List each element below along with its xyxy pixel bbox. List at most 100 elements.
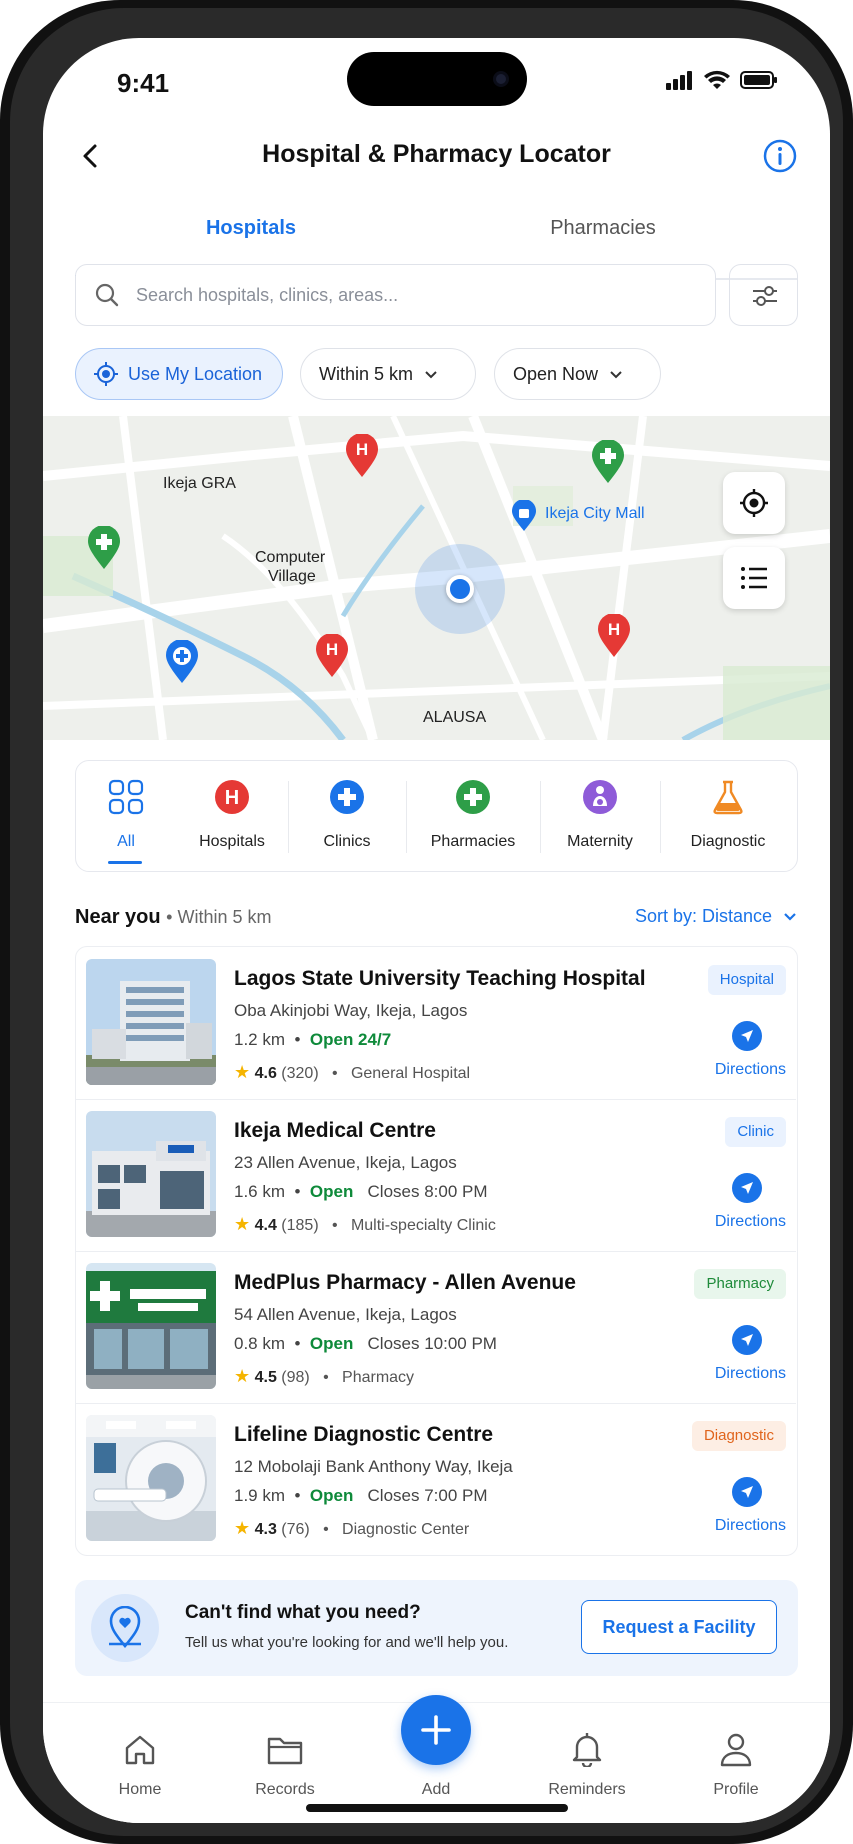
facility-card[interactable]: Lagos State University Teaching Hospital…: [76, 947, 796, 1099]
recenter-button[interactable]: [723, 472, 785, 534]
list-view-button[interactable]: [723, 547, 785, 609]
pharmacy-pin-icon[interactable]: [87, 526, 121, 570]
plus-icon: [421, 1715, 451, 1745]
star-icon: ★: [234, 1366, 251, 1386]
facility-photo: [86, 1111, 216, 1237]
bell-icon: [572, 1733, 602, 1767]
category-hospitals[interactable]: H Hospitals: [176, 761, 288, 873]
battery-icon: [740, 71, 777, 89]
facility-badge: Clinic: [725, 1117, 786, 1147]
near-you-subtitle: • Within 5 km: [166, 907, 272, 927]
chevron-down-icon: [425, 371, 437, 379]
signal-icon: [666, 71, 692, 90]
category-clinics[interactable]: Clinics: [288, 761, 406, 873]
facility-badge: Pharmacy: [694, 1269, 786, 1299]
hospital-pin-icon[interactable]: H: [597, 614, 631, 658]
hospital-pin-icon[interactable]: H: [315, 634, 349, 678]
navigation-icon[interactable]: [732, 1173, 762, 1203]
search-input[interactable]: [136, 265, 696, 325]
facility-status: Open: [309, 1182, 354, 1201]
user-icon: [720, 1733, 752, 1767]
crosshair-icon: [94, 362, 118, 386]
navigation-icon[interactable]: [732, 1021, 762, 1051]
category-label: Pharmacies: [430, 833, 516, 850]
facility-distance: 1.9 km: [234, 1486, 286, 1505]
directions-link[interactable]: Directions: [715, 1365, 786, 1383]
directions-link[interactable]: Directions: [715, 1213, 786, 1231]
navigation-icon[interactable]: [732, 1477, 762, 1507]
banner-title: Can't find what you need?: [185, 1602, 421, 1623]
sort-dropdown[interactable]: Sort by: Distance: [635, 906, 798, 927]
active-indicator: [108, 861, 142, 864]
pharmacy-storefront-image: [86, 1263, 216, 1389]
facility-closing: Closes 10:00 PM: [367, 1334, 497, 1353]
use-location-chip[interactable]: Use My Location: [75, 348, 283, 400]
facility-badge: Diagnostic: [691, 1421, 786, 1451]
directions-link[interactable]: Directions: [715, 1517, 786, 1535]
clinic-pin-icon[interactable]: [165, 640, 199, 684]
map-label-ikeja-gra: Ikeja GRA: [163, 475, 236, 492]
facility-card[interactable]: MedPlus Pharmacy - Allen Avenue 54 Allen…: [76, 1251, 796, 1403]
category-maternity[interactable]: Maternity: [540, 761, 660, 873]
facility-card[interactable]: Lifeline Diagnostic Centre 12 Mobolaji B…: [76, 1403, 796, 1555]
rating-count: (76): [281, 1521, 310, 1538]
clinic-building-image: [86, 1111, 216, 1237]
map-label-computer-village-line2: Village: [268, 568, 316, 585]
rating-value: 4.4: [254, 1217, 277, 1234]
map-view[interactable]: Ikeja GRA Computer Village Ikeja City Ma…: [43, 416, 830, 740]
facility-photo: [86, 1415, 216, 1541]
category-diagnostic[interactable]: Diagnostic: [660, 761, 796, 873]
category-label: Hospitals: [199, 833, 265, 850]
use-location-label: Use My Location: [128, 363, 263, 384]
nav-label: Records: [255, 1781, 315, 1798]
facility-closing: Closes 8:00 PM: [367, 1182, 488, 1201]
hospital-building-image: [86, 959, 216, 1085]
request-facility-banner: Can't find what you need? Tell us what y…: [75, 1580, 798, 1676]
nav-label: Home: [118, 1781, 162, 1798]
hospital-icon: H: [215, 780, 249, 814]
filter-button[interactable]: [729, 264, 798, 326]
star-icon: ★: [234, 1518, 251, 1538]
near-you-title: Near you: [75, 906, 161, 928]
phone-frame: 9:41 Hospital & Pharmacy Locator Hospita…: [0, 0, 853, 1844]
facility-badge: Hospital: [707, 965, 786, 995]
navigation-icon[interactable]: [732, 1325, 762, 1355]
mall-pin-icon[interactable]: [511, 500, 537, 532]
divider: [76, 1403, 796, 1404]
nav-label: Reminders: [548, 1781, 626, 1798]
facility-name: Lagos State University Teaching Hospital: [234, 967, 646, 990]
near-you-heading: Near you • Within 5 km: [75, 906, 271, 929]
category-all[interactable]: All: [76, 761, 176, 873]
facility-distance: 1.2 km: [234, 1030, 286, 1049]
add-button[interactable]: [401, 1695, 471, 1765]
request-facility-button[interactable]: Request a Facility: [581, 1600, 777, 1654]
facility-distance: 1.6 km: [234, 1182, 286, 1201]
phone-bezel: 9:41 Hospital & Pharmacy Locator Hospita…: [10, 8, 843, 1836]
info-icon[interactable]: [762, 138, 798, 174]
facility-card[interactable]: Ikeja Medical Centre 23 Allen Avenue, Ik…: [76, 1099, 796, 1251]
divider: [76, 1099, 796, 1100]
distance-chip[interactable]: Within 5 km: [300, 348, 476, 400]
map-label-mall: Ikeja City Mall: [545, 505, 645, 522]
pharmacy-pin-icon[interactable]: [591, 440, 625, 484]
facility-name: MedPlus Pharmacy - Allen Avenue: [234, 1271, 576, 1294]
hospital-pin-icon[interactable]: H: [345, 434, 379, 478]
open-now-chip[interactable]: Open Now: [494, 348, 661, 400]
camera-icon: [493, 71, 509, 87]
directions-link[interactable]: Directions: [715, 1061, 786, 1079]
facility-status: Open 24/7: [309, 1030, 392, 1049]
star-icon: ★: [234, 1214, 251, 1234]
facility-type: General Hospital: [350, 1065, 471, 1082]
pharmacy-icon: [456, 780, 490, 814]
facility-meta: 1.2 km • Open 24/7: [234, 1030, 392, 1049]
search-box: [75, 264, 716, 326]
rating-count: (98): [281, 1369, 310, 1386]
category-pharmacies[interactable]: Pharmacies: [406, 761, 540, 873]
facility-name: Lifeline Diagnostic Centre: [234, 1423, 494, 1446]
grid-icon: [108, 779, 144, 815]
svg-text:H: H: [225, 787, 239, 809]
crosshair-icon: [740, 489, 768, 517]
facility-name: Ikeja Medical Centre: [234, 1119, 436, 1142]
home-icon: [125, 1735, 155, 1765]
chevron-down-icon: [610, 371, 622, 379]
